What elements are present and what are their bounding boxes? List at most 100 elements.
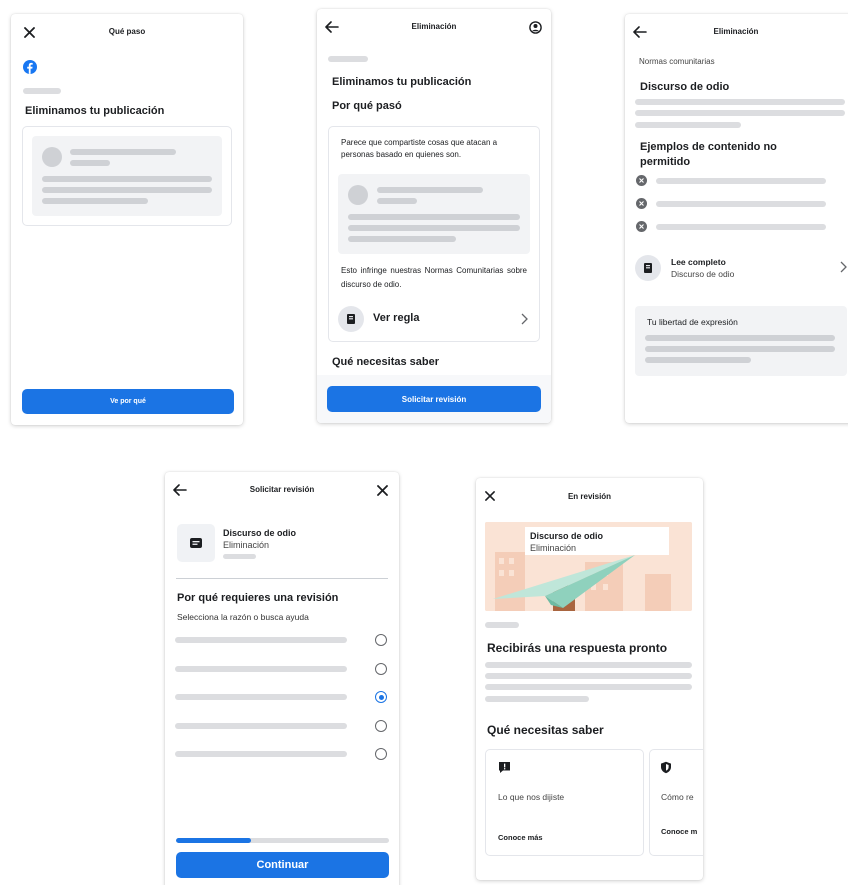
reason-option[interactable] [165, 746, 399, 764]
read-full-subtitle: Discurso de odio [671, 269, 735, 279]
placeholder-line [42, 187, 212, 193]
banner-subtitle: Eliminación [530, 543, 577, 553]
freedom-card: Tu libertad de expresión [635, 306, 847, 376]
page-heading: Discurso de odio [640, 81, 730, 93]
header: Eliminación [625, 14, 848, 50]
progress-bar [176, 838, 389, 843]
section-heading: Qué necesitas saber [332, 356, 440, 368]
progress-fill [176, 838, 251, 843]
see-why-button[interactable]: Ve por qué [22, 389, 234, 414]
profile-button[interactable] [525, 17, 545, 37]
section-heading: Qué necesitas saber [487, 723, 604, 737]
header-title: Qué paso [108, 27, 146, 36]
page-heading: Por qué requieres una revisión [177, 592, 339, 604]
divider [176, 578, 388, 579]
header: Solicitar revisión [165, 472, 399, 508]
book-icon [644, 263, 652, 273]
reason-card: Parece que compartiste cosas que atacan … [328, 126, 540, 342]
rule-icon-circle [635, 255, 661, 281]
review-banner: Discurso de odio Eliminación [485, 522, 692, 611]
screen-what-happened: Qué paso Eliminamos tu publicación Ve po… [11, 14, 243, 425]
view-rule-link[interactable]: Ver regla [373, 312, 419, 324]
header-title: En revisión [567, 492, 612, 501]
alert-message-icon [499, 762, 510, 773]
header-title: Solicitar revisión [249, 485, 315, 494]
reason-text: Parece que compartiste cosas que atacan … [341, 138, 498, 159]
avatar [42, 147, 62, 167]
placeholder-line [485, 684, 692, 690]
placeholder-line [175, 694, 347, 700]
placeholder-line [348, 214, 520, 220]
placeholder-line [328, 56, 368, 62]
radio-button[interactable] [375, 748, 387, 760]
placeholder-line [42, 198, 148, 204]
placeholder-line [645, 357, 751, 363]
shield-icon [661, 761, 671, 774]
facebook-logo-icon [23, 60, 37, 74]
reason-option[interactable] [165, 632, 399, 650]
placeholder-line [485, 696, 589, 702]
radio-button[interactable] [375, 720, 387, 732]
book-icon [347, 314, 355, 324]
chevron-right-icon [840, 261, 847, 273]
placeholder-line [175, 637, 347, 643]
info-card-text: Cómo re [661, 792, 694, 802]
radio-button[interactable] [375, 634, 387, 646]
learn-more-link[interactable]: Conoce m [661, 827, 697, 836]
learn-more-link[interactable]: Conoce más [498, 833, 543, 842]
message-icon [190, 538, 202, 548]
not-allowed-icon [636, 198, 647, 209]
placeholder-line [485, 673, 692, 679]
screen-request-review: Solicitar revisión Discurso de odio Elim… [165, 472, 399, 885]
placeholder-line [348, 236, 456, 242]
info-card[interactable]: Lo que nos dijiste Conoce más [485, 749, 644, 856]
reason-option[interactable] [165, 689, 399, 707]
reason-option[interactable] [165, 661, 399, 679]
avatar [348, 185, 368, 205]
close-icon [376, 484, 388, 496]
page-heading: Eliminamos tu publicación [332, 76, 472, 88]
placeholder-line [656, 178, 826, 184]
radio-button-selected[interactable] [375, 691, 387, 703]
info-card-text: Lo que nos dijiste [498, 792, 565, 802]
placeholder-line [223, 554, 256, 559]
placeholder-line [635, 99, 845, 105]
view-rule-row[interactable]: Ver regla [338, 305, 532, 333]
placeholder-line [175, 666, 347, 672]
violation-text: Esto infringe nuestras Normas Comunitari… [341, 266, 527, 289]
post-preview [32, 136, 222, 216]
header: Qué paso [11, 14, 243, 50]
rule-icon-circle [338, 306, 364, 332]
placeholder-line [175, 723, 347, 729]
item-title: Discurso de odio [223, 528, 297, 538]
breadcrumb[interactable]: Normas comunitarias [639, 57, 715, 66]
page-heading: Eliminamos tu publicación [25, 105, 165, 117]
close-button[interactable] [372, 480, 392, 500]
post-card [22, 126, 232, 226]
info-card[interactable]: Cómo re Conoce m [649, 749, 703, 856]
page-heading: Recibirás una respuesta pronto [487, 641, 668, 655]
screen-removal-detail: Eliminación Eliminamos tu publicación Po… [317, 9, 551, 423]
placeholder-line [377, 198, 417, 204]
item-subtitle: Eliminación [223, 540, 270, 550]
banner-label-box: Discurso de odio Eliminación [525, 527, 669, 555]
request-review-button[interactable]: Solicitar revisión [327, 386, 541, 412]
placeholder-line [656, 201, 826, 207]
placeholder-line [23, 88, 61, 94]
section-heading: Por qué pasó [332, 100, 402, 112]
placeholder-line [348, 225, 520, 231]
post-preview [338, 174, 530, 254]
banner-title: Discurso de odio [530, 531, 604, 541]
placeholder-line [645, 335, 835, 341]
read-full-row[interactable]: Lee completo Discurso de odio [635, 252, 847, 284]
profile-icon [528, 20, 542, 34]
placeholder-line [485, 622, 519, 628]
item-icon-box [177, 524, 215, 562]
reason-option[interactable] [165, 718, 399, 736]
continue-button[interactable]: Continuar [176, 852, 389, 878]
placeholder-line [70, 160, 110, 166]
placeholder-line [42, 176, 212, 182]
radio-button[interactable] [375, 663, 387, 675]
not-allowed-icon [636, 175, 647, 186]
placeholder-line [645, 346, 835, 352]
